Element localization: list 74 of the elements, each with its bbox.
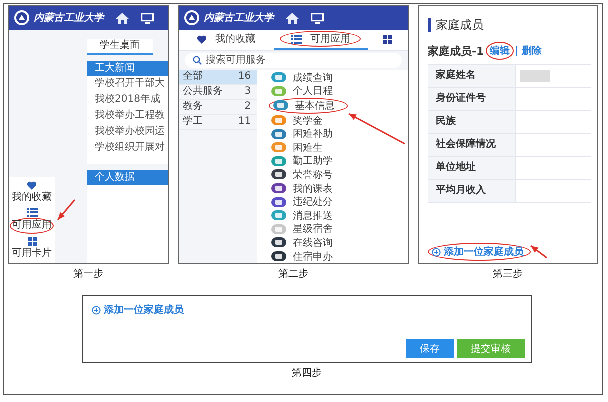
member-name: 家庭成员-1 [428,44,484,58]
home-icon [286,12,300,24]
category-name: 全部 [183,70,204,84]
field-label: 社会保障情况 [428,134,516,157]
app-item[interactable]: 我的课表 [293,182,334,196]
section-title: 家庭成员 [428,18,592,32]
redacted-block [520,70,550,82]
step-caption: 第四步 [292,368,322,380]
category-item[interactable]: 全部 16 [179,70,258,85]
university-name: 内蒙古工业大学 [204,12,274,25]
app-item[interactable]: 成绩查询 [293,70,334,85]
category-count: 2 [244,100,252,114]
card-title: 工大新闻 [87,61,168,76]
tab-label: 我的收藏 [215,32,256,46]
grid-icon [383,34,392,44]
university-emblem-icon [184,10,200,26]
app-item[interactable]: 星级宿舍 [293,222,334,236]
step-caption: 第三步 [492,269,523,281]
monitor-icon [141,12,154,24]
category-item[interactable]: 学工 11 [179,115,258,130]
app-item[interactable]: 消息推送 [293,208,334,223]
app-item[interactable]: 困难补助 [293,127,334,142]
category-name: 公共服务 [183,85,224,99]
university-name: 内蒙古工业大学 [34,12,104,25]
field-label: 民族 [428,111,516,134]
nav-item[interactable]: 我的收藏 [11,191,53,205]
app-item[interactable]: 在线咨询 [293,236,334,250]
add-member-link[interactable]: 添加一位家庭成员 [89,302,190,318]
search-field[interactable]: 搜索可用服务 [185,53,402,68]
plus-circle-icon [432,248,441,256]
plus-circle-icon [92,306,101,314]
monitor-icon [311,12,324,24]
category-item[interactable]: 教务 2 [179,100,258,115]
category-count: 16 [238,70,252,84]
app-item[interactable]: 困难生 [293,140,324,155]
grid-icon [28,237,36,246]
delete-link[interactable]: 删除 [519,43,546,59]
heart-icon [27,181,37,190]
list-icon [26,208,38,217]
nav-item[interactable]: 可用应用 [10,218,54,234]
card-title: 个人数据 [87,170,168,185]
app-item[interactable]: 荣誉称号 [293,168,334,182]
news-link[interactable]: 我校举办校园运 [87,124,168,140]
field-label: 单位地址 [428,157,516,180]
category-item[interactable]: 公共服务 3 [179,85,258,100]
field-label: 身份证件号 [428,88,516,111]
app-item[interactable]: 个人日程 [293,84,334,98]
university-emblem-icon [14,10,30,26]
app-item[interactable]: 住宿申办 [293,250,334,263]
step-caption: 第一步 [74,269,104,281]
home-icon [116,12,129,24]
category-count: 3 [244,85,252,99]
news-link[interactable]: 我校举办工程教 [87,108,168,124]
tab[interactable]: 我的收藏 [179,30,274,50]
heart-icon [197,34,208,44]
list-icon [291,34,302,44]
app-item[interactable]: 勤工助学 [293,154,334,168]
search-icon [193,56,202,65]
category-name: 学工 [183,115,204,129]
app-item[interactable]: 违纪处分 [293,195,334,210]
field-label: 家庭姓名 [428,65,516,88]
news-link[interactable]: 学校组织开展对 [87,140,168,156]
news-link[interactable]: 我校2018年成 [87,92,168,108]
field-label: 平均月收入 [428,180,516,203]
nav-item[interactable]: 可用卡片 [11,247,53,261]
app-item[interactable]: 奖学金 [293,114,324,128]
step-caption: 第二步 [278,269,309,281]
add-member-link[interactable]: 添加一位家庭成员 [428,243,531,261]
category-count: 11 [238,115,252,129]
tab[interactable]: 学生桌面 [87,39,153,55]
tab-label: 可用应用 [310,32,350,46]
edit-link[interactable]: 编辑 [486,42,514,60]
category-name: 教务 [183,100,204,114]
news-link[interactable]: 学校召开干部大 [87,76,168,92]
